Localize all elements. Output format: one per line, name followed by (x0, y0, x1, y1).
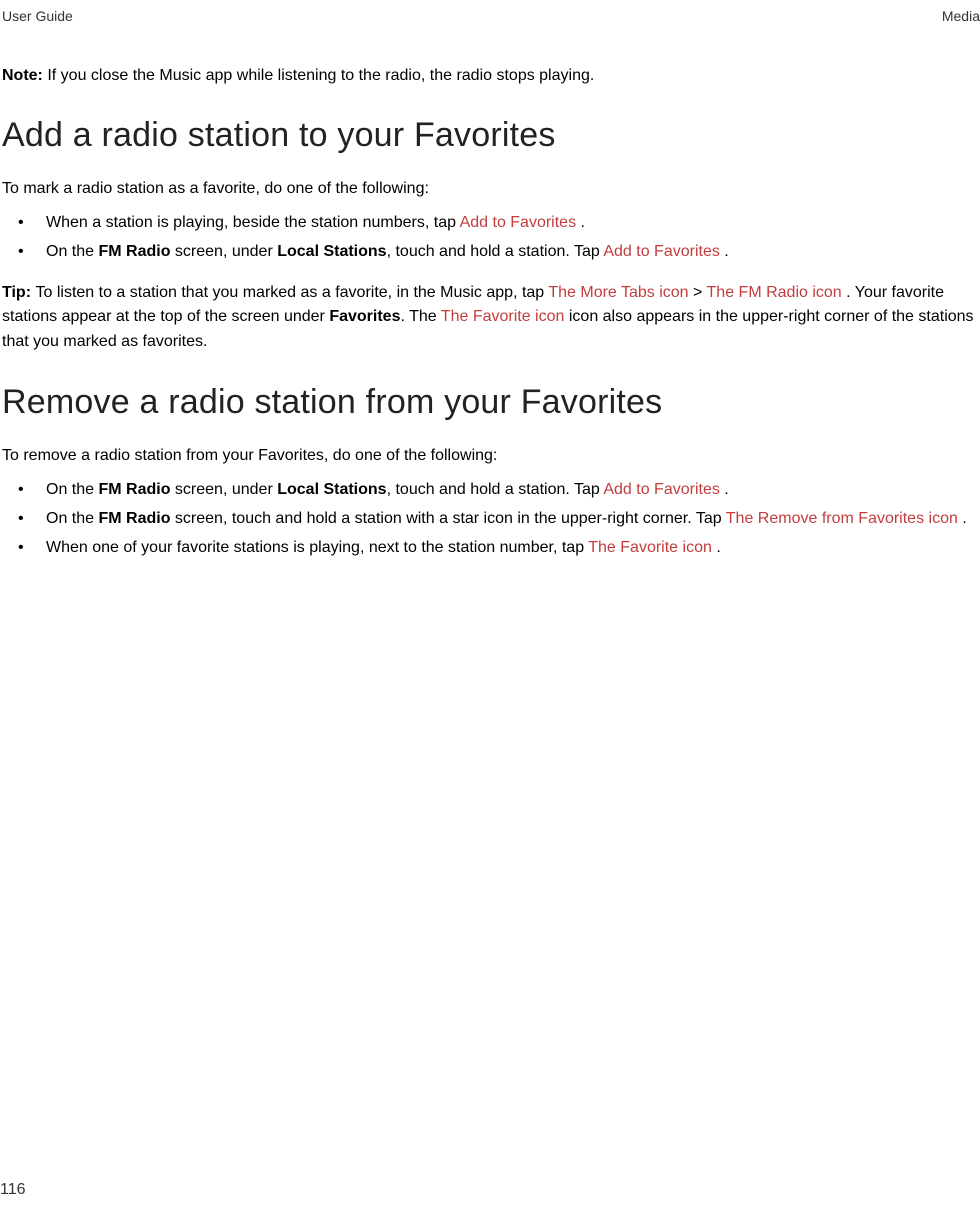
text: . (962, 510, 966, 527)
bold-text: Favorites (329, 308, 400, 325)
section2-heading: Remove a radio station from your Favorit… (2, 383, 978, 422)
list-item: On the FM Radio screen, under Local Stat… (2, 478, 978, 503)
text: , touch and hold a station. Tap (387, 481, 604, 498)
bold-text: Local Stations (277, 481, 386, 498)
bold-text: FM Radio (98, 243, 170, 260)
fm-radio-icon-link: The FM Radio icon (707, 284, 847, 301)
section2-intro: To remove a radio station from your Favo… (2, 444, 978, 468)
text: screen, touch and hold a station with a … (170, 510, 725, 527)
text: On the (46, 481, 98, 498)
text: When a station is playing, beside the st… (46, 214, 460, 231)
favorite-icon-link: The Favorite icon (441, 308, 569, 325)
bold-text: Local Stations (277, 243, 386, 260)
list-item: When a station is playing, beside the st… (2, 211, 978, 236)
header-left: User Guide (0, 8, 73, 24)
favorite-icon-link: The Favorite icon (588, 539, 716, 556)
section1-intro: To mark a radio station as a favorite, d… (2, 177, 978, 201)
tip-label: Tip: (2, 284, 35, 301)
list-item: On the FM Radio screen, touch and hold a… (2, 507, 978, 532)
text: . The (400, 308, 440, 325)
add-to-favorites-link: Add to Favorites (460, 214, 581, 231)
more-tabs-icon-link: The More Tabs icon (548, 284, 693, 301)
note-paragraph: Note: If you close the Music app while l… (2, 64, 978, 88)
remove-from-favorites-icon-link: The Remove from Favorites icon (726, 510, 963, 527)
section1-list: When a station is playing, beside the st… (2, 211, 978, 265)
text: . (724, 481, 728, 498)
text: screen, under (170, 243, 277, 260)
text: . (724, 243, 728, 260)
text: When one of your favorite stations is pl… (46, 539, 588, 556)
header-right: Media (942, 8, 980, 24)
page-content: Note: If you close the Music app while l… (0, 24, 980, 560)
text: . (581, 214, 585, 231)
section1-heading: Add a radio station to your Favorites (2, 116, 978, 155)
list-item: On the FM Radio screen, under Local Stat… (2, 240, 978, 265)
page-header: User Guide Media (0, 0, 980, 24)
text: On the (46, 243, 98, 260)
list-item: When one of your favorite stations is pl… (2, 536, 978, 561)
note-label: Note: (2, 67, 47, 84)
add-to-favorites-link: Add to Favorites (603, 243, 724, 260)
bold-text: FM Radio (98, 481, 170, 498)
note-text: If you close the Music app while listeni… (47, 67, 594, 84)
text: screen, under (170, 481, 277, 498)
tip-paragraph: Tip: To listen to a station that you mar… (2, 281, 978, 355)
text: On the (46, 510, 98, 527)
add-to-favorites-link: Add to Favorites (603, 481, 724, 498)
text: , touch and hold a station. Tap (387, 243, 604, 260)
text: To listen to a station that you marked a… (35, 284, 548, 301)
section2-list: On the FM Radio screen, under Local Stat… (2, 478, 978, 560)
text: > (693, 284, 707, 301)
text: . (716, 539, 720, 556)
page-number: 116 (0, 1181, 26, 1199)
bold-text: FM Radio (98, 510, 170, 527)
